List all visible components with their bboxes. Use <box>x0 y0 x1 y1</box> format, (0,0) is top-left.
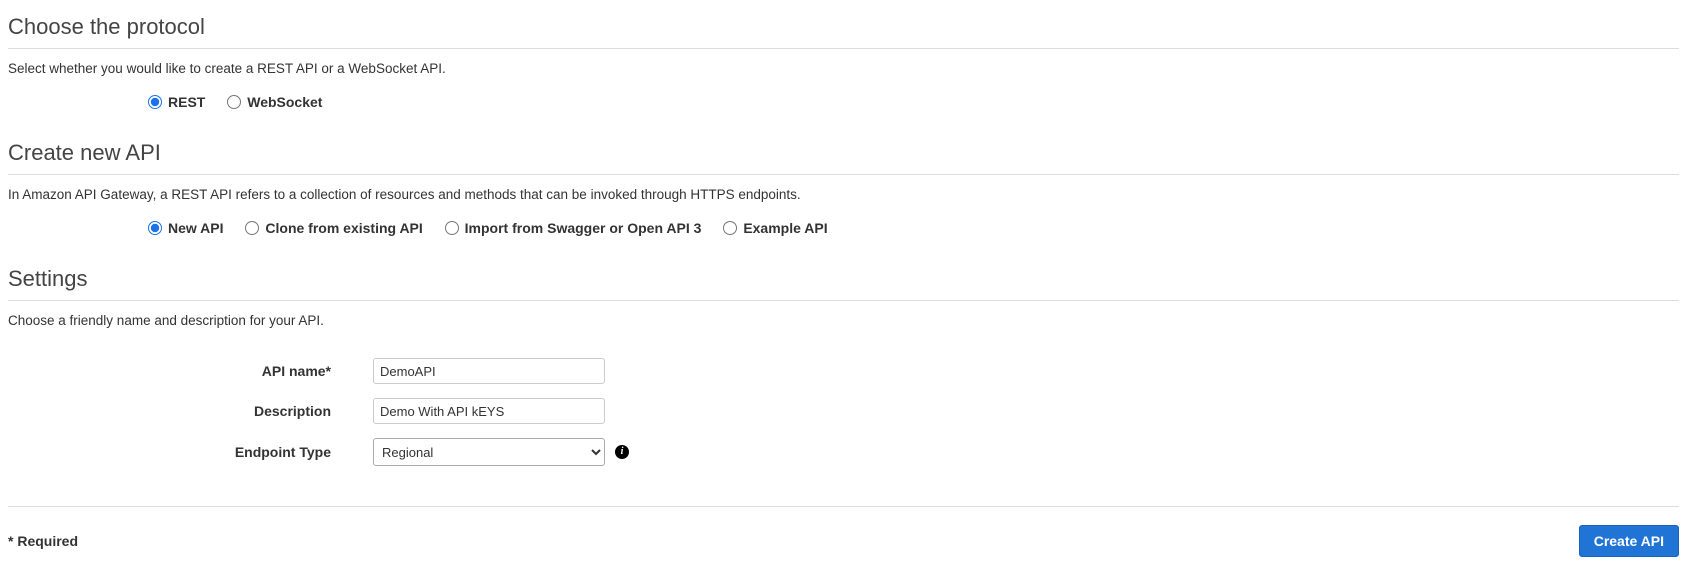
radio-new-api-input[interactable] <box>148 221 162 235</box>
radio-clone[interactable]: Clone from existing API <box>245 220 422 236</box>
api-name-input[interactable] <box>373 358 605 384</box>
radio-rest-label: REST <box>168 94 205 110</box>
radio-example-label: Example API <box>743 220 827 236</box>
description-input[interactable] <box>373 398 605 424</box>
radio-example-input[interactable] <box>723 221 737 235</box>
radio-clone-label: Clone from existing API <box>265 220 422 236</box>
api-name-label: API name* <box>8 363 373 379</box>
create-api-desc: In Amazon API Gateway, a REST API refers… <box>8 187 1679 202</box>
radio-rest-input[interactable] <box>148 95 162 109</box>
description-label: Description <box>8 403 373 419</box>
radio-import-label: Import from Swagger or Open API 3 <box>465 220 702 236</box>
create-api-button[interactable]: Create API <box>1579 525 1679 557</box>
required-note: * Required <box>8 533 78 549</box>
form-row-api-name: API name* <box>8 358 1679 384</box>
info-icon[interactable]: i <box>615 445 629 459</box>
protocol-desc: Select whether you would like to create … <box>8 61 1679 76</box>
settings-heading: Settings <box>8 260 1679 301</box>
form-row-endpoint-type: Endpoint Type Regional i <box>8 438 1679 466</box>
protocol-heading: Choose the protocol <box>8 8 1679 49</box>
settings-desc: Choose a friendly name and description f… <box>8 313 1679 328</box>
radio-websocket[interactable]: WebSocket <box>227 94 322 110</box>
radio-clone-input[interactable] <box>245 221 259 235</box>
radio-import[interactable]: Import from Swagger or Open API 3 <box>445 220 702 236</box>
radio-example[interactable]: Example API <box>723 220 827 236</box>
endpoint-type-label: Endpoint Type <box>8 444 373 460</box>
radio-websocket-label: WebSocket <box>247 94 322 110</box>
protocol-radio-group: REST WebSocket <box>8 94 1679 112</box>
radio-import-input[interactable] <box>445 221 459 235</box>
form-row-description: Description <box>8 398 1679 424</box>
radio-rest[interactable]: REST <box>148 94 205 110</box>
create-api-heading: Create new API <box>8 134 1679 175</box>
radio-new-api[interactable]: New API <box>148 220 224 236</box>
create-api-radio-group: New API Clone from existing API Import f… <box>8 220 1679 238</box>
footer-bar: * Required Create API <box>8 506 1679 557</box>
radio-new-api-label: New API <box>168 220 224 236</box>
radio-websocket-input[interactable] <box>227 95 241 109</box>
endpoint-type-select[interactable]: Regional <box>373 438 605 466</box>
